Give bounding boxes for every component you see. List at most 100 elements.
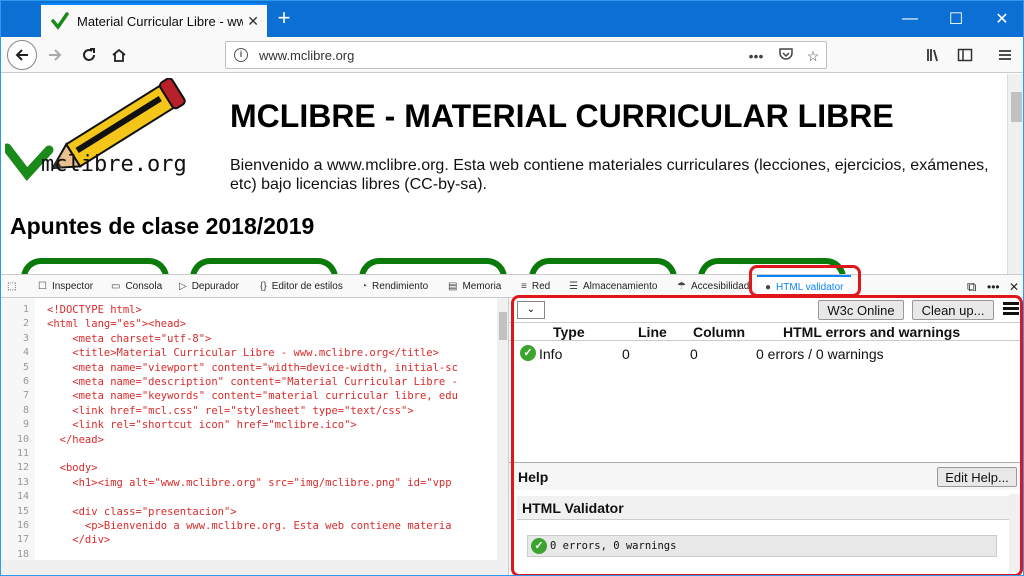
new-tab-button[interactable]: +	[273, 7, 295, 29]
page-actions-icon[interactable]: •••	[746, 46, 766, 66]
forward-arrow-icon	[49, 49, 62, 61]
page-title: MCLIBRE - MATERIAL CURRICULAR LIBRE	[230, 98, 894, 134]
line-number: 16	[16, 520, 29, 531]
navigation-bar: i www.mclibre.org ••• ☆	[1, 37, 1023, 73]
site-info-icon[interactable]: i	[234, 48, 248, 62]
course-card[interactable]	[698, 258, 846, 274]
tab-label: Editor de estilos	[271, 281, 343, 292]
course-card[interactable]	[190, 258, 338, 274]
code-text: </div>	[47, 534, 111, 547]
code-text: <h1><img alt="www.mclibre.org" src="img/…	[47, 476, 452, 489]
clean-up-button[interactable]: Clean up...	[912, 300, 994, 320]
inspector-icon: ☐	[38, 281, 47, 292]
check-ok-icon: ✓	[531, 538, 547, 554]
tab-style-editor[interactable]: {} Editor de estilos	[260, 275, 343, 298]
html-validator-panel: ⌄ W3c Online Clean up... Type Line Colum…	[509, 298, 1023, 575]
code-scrollbar[interactable]	[497, 298, 508, 560]
source-code-pane[interactable]: 1 <!DOCTYPE html> 2 <html lang="es"><head> 3…	[1, 298, 509, 575]
line-number: 6	[22, 376, 29, 387]
validator-icon: ●	[765, 282, 772, 293]
tab-accessibility[interactable]: ☂ Accesibilidad	[677, 275, 749, 298]
tab-console[interactable]: ▭ Consola	[111, 275, 162, 298]
library-icon[interactable]	[919, 41, 947, 69]
hamburger-menu-icon[interactable]	[1003, 302, 1019, 316]
forward-button[interactable]	[41, 41, 69, 69]
checkmark-favicon-icon	[51, 12, 69, 30]
menu-icon[interactable]	[991, 41, 1019, 69]
line-number: 5	[22, 361, 29, 373]
tab-memory[interactable]: ▤ Memoria	[448, 275, 501, 298]
result-row[interactable]: ✓ Info 0 0 0 errors / 0 warnings	[509, 343, 1023, 365]
tab-network[interactable]: ≡ Red	[521, 275, 550, 298]
help-result-text: 0 errors, 0 warnings	[550, 540, 677, 552]
tab-debugger[interactable]: ▷ Depurador	[179, 275, 239, 298]
dock-icon[interactable]: ⧉	[967, 275, 976, 298]
line-number: 2	[22, 318, 29, 330]
minimize-icon[interactable]: —	[887, 1, 933, 37]
url-text: www.mclibre.org	[259, 48, 355, 63]
line-number: 10	[16, 433, 29, 445]
address-bar[interactable]: i www.mclibre.org ••• ☆	[225, 41, 827, 69]
home-icon	[112, 48, 126, 62]
course-card[interactable]	[359, 258, 507, 274]
line-number: 12	[16, 462, 29, 474]
results-header: Type Line Column HTML errors and warning…	[509, 322, 1023, 341]
code-text: </head>	[47, 433, 104, 446]
help-heading-box: HTML Validator	[517, 496, 1015, 520]
edit-help-button[interactable]: Edit Help...	[937, 467, 1017, 487]
result-type: Info	[539, 346, 563, 362]
network-icon: ≡	[521, 281, 527, 292]
debugger-icon: ▷	[179, 281, 187, 292]
line-number: 3	[22, 332, 29, 344]
tab-html-validator[interactable]: ● HTML validator	[757, 275, 852, 298]
help-title: Help	[518, 469, 549, 485]
back-button[interactable]	[7, 40, 37, 70]
memory-icon: ▤	[448, 281, 458, 292]
code-text: <html lang="es"><head>	[47, 318, 187, 331]
column-messages: HTML errors and warnings	[783, 324, 961, 340]
tab-label: HTML validator	[776, 282, 844, 293]
help-heading: HTML Validator	[522, 500, 624, 516]
help-scrollbar[interactable]	[1009, 494, 1023, 572]
tab-storage[interactable]: ☰ Almacenamiento	[569, 275, 657, 298]
help-result-box: ✓ 0 errors, 0 warnings	[527, 535, 997, 557]
tab-performance[interactable]: ◔ Rendimiento	[361, 275, 428, 298]
line-number: 9	[22, 419, 29, 431]
tab-inspector[interactable]: ☐ Inspector	[38, 275, 93, 298]
page-scrollbar[interactable]	[1007, 74, 1023, 274]
browser-tab[interactable]: Material Curricular Libre - www ✕	[41, 3, 267, 37]
pocket-icon[interactable]	[776, 46, 796, 66]
more-options-icon[interactable]: •••	[987, 275, 1000, 298]
close-window-icon[interactable]: ✕	[979, 1, 1023, 37]
line-number: 15	[16, 505, 29, 517]
element-picker-icon[interactable]: ⬚	[7, 275, 16, 298]
home-button[interactable]	[105, 41, 133, 69]
sidebar-icon[interactable]	[951, 41, 979, 69]
maximize-icon[interactable]: ☐	[933, 1, 979, 37]
tab-label: Consola	[125, 281, 163, 292]
line-number: 4	[22, 347, 29, 359]
line-number: 1	[22, 304, 29, 315]
code-horizontal-scrollbar[interactable]	[1, 560, 508, 575]
code-text: <div class="presentacion">	[47, 505, 237, 518]
bookmark-star-icon[interactable]: ☆	[803, 46, 823, 66]
console-icon: ▭	[111, 281, 121, 292]
tab-label: Inspector	[51, 281, 94, 292]
w3c-online-button[interactable]: W3c Online	[818, 300, 904, 320]
code-text: <body>	[47, 462, 98, 475]
tab-label: Rendimiento	[372, 281, 429, 292]
section-heading: Apuntes de clase 2018/2019	[10, 213, 315, 239]
tab-title: Material Curricular Libre - www	[77, 13, 243, 29]
close-devtools-icon[interactable]: ✕	[1009, 275, 1019, 298]
column-line: Line	[638, 324, 667, 340]
line-number: 18	[16, 548, 29, 560]
close-tab-icon[interactable]: ✕	[247, 13, 259, 30]
reload-button[interactable]	[75, 41, 103, 69]
browser-window: Material Curricular Libre - www ✕ + — ☐ …	[0, 0, 1024, 576]
course-card[interactable]	[529, 258, 677, 274]
validator-toolbar: ⌄ W3c Online Clean up...	[509, 298, 1023, 322]
logo-text: mclibre.org	[41, 152, 187, 177]
validator-select[interactable]: ⌄	[517, 301, 545, 319]
course-card[interactable]	[21, 258, 169, 274]
tab-label: Accesibilidad	[690, 281, 750, 292]
